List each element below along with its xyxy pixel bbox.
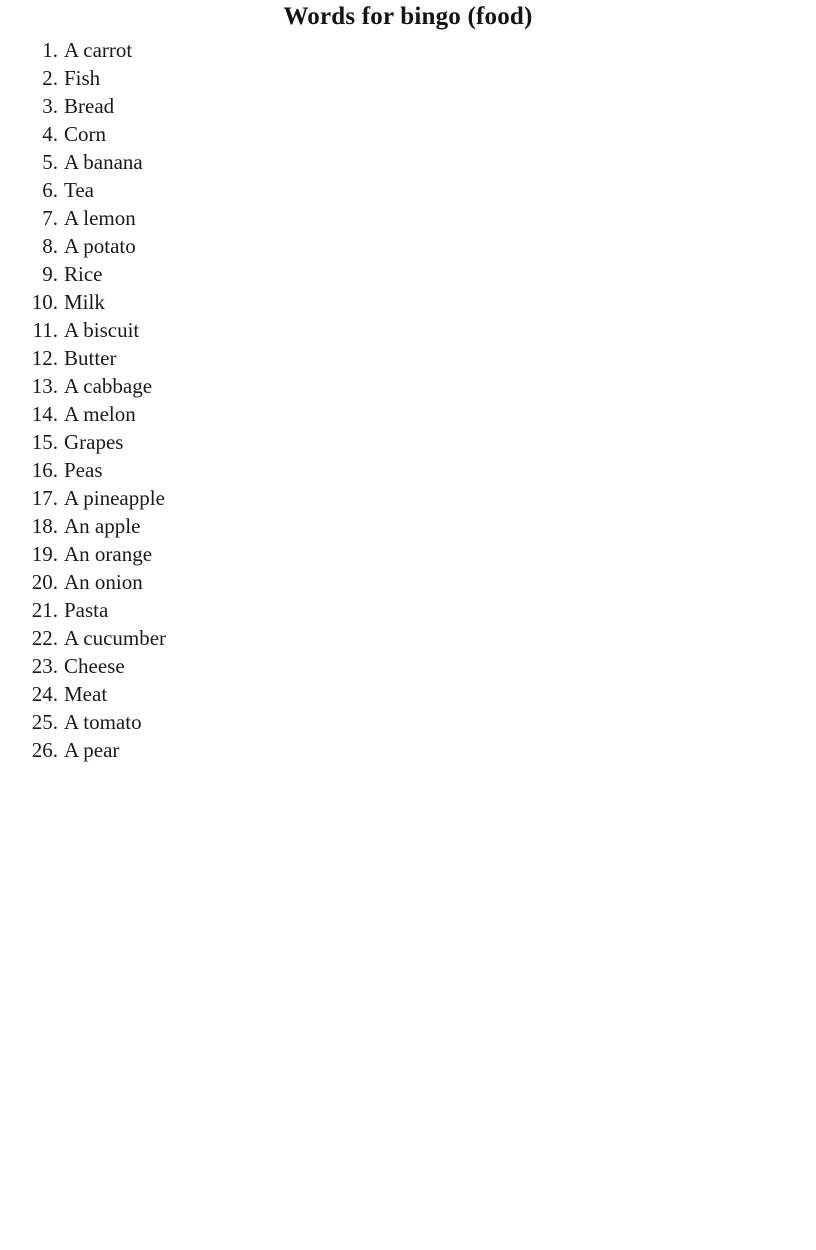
list-item: 22. A cucumber [0,624,360,652]
list-item-number: 20. [31,570,58,594]
list-item-label: Pasta [64,598,109,622]
list-item: 14. A melon [0,400,360,428]
list-item-number: 23. [31,654,58,678]
list-item-label: A cabbage [64,374,153,398]
list-item: 13. A cabbage [0,372,360,400]
word-list: 1. A carrot 2. Fish 3. Bread 4. Corn 5. A banana 6… [0,36,360,764]
list-item: 15. Grapes [0,428,360,456]
list-item: 5. A banana [0,148,360,176]
list-item: 24. Meat [0,680,360,708]
list-item: 23. Cheese [0,652,360,680]
list-item: 21. Pasta [0,596,360,624]
list-item-number: 7. [42,206,58,230]
list-item-label: Cheese [64,654,125,678]
list-item-number: 19. [31,542,58,566]
list-item-label: An orange [64,542,153,566]
list-item: 6. Tea [0,176,360,204]
list-item: 3. Bread [0,92,360,120]
list-item: 11. A biscuit [0,316,360,344]
list-item-label: Bread [64,94,115,118]
list-item-number: 11. [32,318,58,342]
list-item-number: 26. [31,738,58,762]
list-item-label: An apple [64,514,141,538]
list-item-number: 12. [31,346,58,370]
list-item: 20. An onion [0,568,360,596]
list-item: 12. Butter [0,344,360,372]
list-item-number: 18. [31,514,58,538]
list-item-label: A cucumber [64,626,167,650]
list-item-label: An onion [64,570,143,594]
list-item: 7. A lemon [0,204,360,232]
list-item-label: Butter [64,346,117,370]
list-item-label: A carrot [64,38,133,62]
list-item: 26. A pear [0,736,360,764]
list-item: 19. An orange [0,540,360,568]
list-item-number: 24. [31,682,58,706]
list-item-number: 10. [31,290,58,314]
list-item-label: A biscuit [64,318,140,342]
list-item: 1. A carrot [0,36,360,64]
list-item-label: Milk [64,290,105,314]
list-item-label: A potato [64,234,136,258]
list-item-label: Tea [64,178,95,202]
list-item-number: 15. [31,430,58,454]
list-item-number: 6. [42,178,58,202]
list-item-label: A pineapple [64,486,165,510]
list-item: 16. Peas [0,456,360,484]
list-item-label: A tomato [64,710,142,734]
list-item-number: 2. [42,66,58,90]
list-item-label: Rice [64,262,103,286]
list-item-label: A pear [64,738,120,762]
list-item-number: 9. [42,262,58,286]
list-item-number: 13. [31,374,58,398]
list-item-number: 4. [42,122,58,146]
list-item: 8. A potato [0,232,360,260]
list-item: 4. Corn [0,120,360,148]
list-item-label: Fish [64,66,101,90]
list-item-number: 14. [31,402,58,426]
list-item-label: Grapes [64,430,124,454]
list-item-number: 5. [42,150,58,174]
list-item-label: Meat [64,682,108,706]
list-item-label: A banana [64,150,143,174]
list-item-number: 21. [31,598,58,622]
list-item: 10. Milk [0,288,360,316]
list-item-label: Peas [64,458,103,482]
page-title: Words for bingo (food) [283,3,533,30]
list-item-number: 3. [42,94,58,118]
list-item-label: A lemon [64,206,136,230]
list-item-number: 16. [31,458,58,482]
list-item-number: 22. [31,626,58,650]
list-item-number: 17. [31,486,58,510]
list-item: 2. Fish [0,64,360,92]
list-item: 25. A tomato [0,708,360,736]
list-item-label: A melon [64,402,136,426]
list-item: 17. A pineapple [0,484,360,512]
list-item-label: Corn [64,122,106,146]
list-item: 9. Rice [0,260,360,288]
list-item: 18. An apple [0,512,360,540]
list-item-number: 25. [31,710,58,734]
list-item-number: 8. [42,234,58,258]
list-item-number: 1. [42,38,58,62]
document-page: Words for bingo (food) 1. A carrot 2. Fish 3… [0,0,816,1250]
